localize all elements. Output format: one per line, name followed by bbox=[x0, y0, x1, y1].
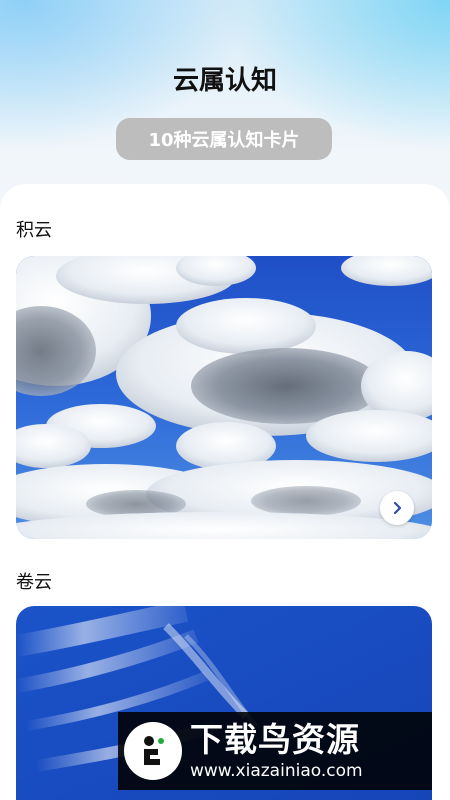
chevron-right-icon[interactable] bbox=[380, 491, 414, 525]
watermark-banner: 下载鸟资源 www.xiazainiao.com bbox=[118, 712, 432, 790]
cumulus-clouds-photo bbox=[16, 256, 432, 539]
header-background: 云属认知 10种云属认知卡片 bbox=[0, 0, 450, 215]
watermark-url: www.xiazainiao.com bbox=[190, 761, 363, 781]
subtitle-badge: 10种云属认知卡片 bbox=[116, 118, 332, 160]
bird-logo-icon bbox=[124, 722, 182, 780]
watermark-name: 下载鸟资源 bbox=[190, 720, 360, 759]
page-title: 云属认知 bbox=[172, 66, 277, 96]
cloud-card-cumulus[interactable] bbox=[16, 256, 432, 539]
section-label-cirrus: 卷云 bbox=[16, 572, 52, 593]
section-label-cumulus: 积云 bbox=[16, 220, 52, 241]
